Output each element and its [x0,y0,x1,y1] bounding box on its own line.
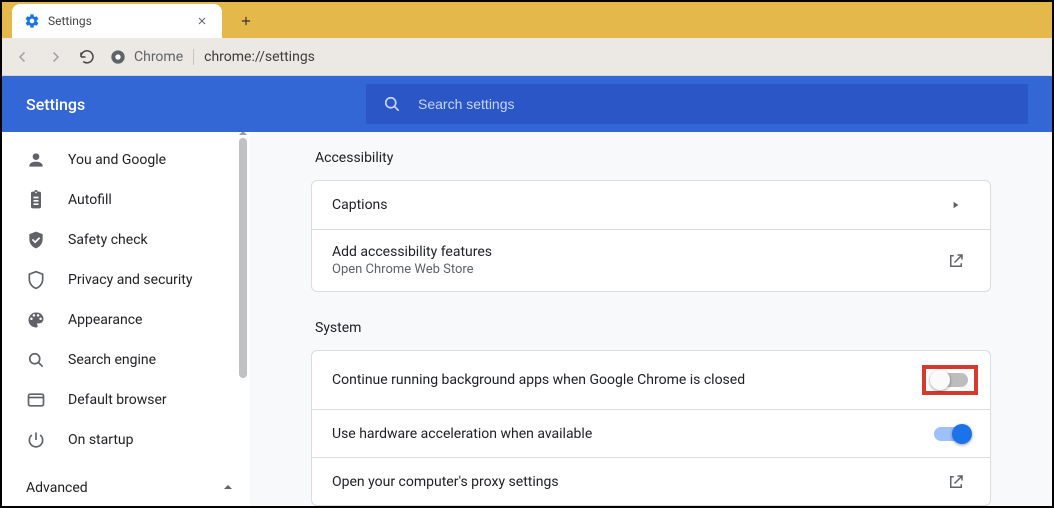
row-label: Captions [332,197,942,213]
sidebar-item-safety-check[interactable]: Safety check [2,220,249,260]
sidebar-item-label: Appearance [68,312,142,328]
power-icon [26,430,46,450]
sidebar-item-on-startup[interactable]: On startup [2,420,249,460]
open-external-icon [942,252,970,270]
browser-tab[interactable]: Settings [12,4,222,38]
sidebar-item-appearance[interactable]: Appearance [2,300,249,340]
forward-button[interactable] [46,48,64,66]
sidebar-item-label: You and Google [68,152,166,168]
sidebar-item-label: On startup [68,432,134,448]
clipboard-icon [26,190,46,210]
chevron-up-icon [223,480,233,496]
sidebar-item-label: Default browser [68,392,167,408]
sidebar-item-default-browser[interactable]: Default browser [2,380,249,420]
browser-tab-strip: Settings [2,2,1052,38]
sidebar-item-search-engine[interactable]: Search engine [2,340,249,380]
reload-icon [78,48,96,66]
chevron-right-icon [942,200,970,210]
close-tab-button[interactable] [194,13,210,29]
plus-icon [239,14,253,28]
toggle-hardware-acceleration[interactable] [934,427,970,441]
reload-button[interactable] [78,48,96,66]
sidebar-item-you-and-google[interactable]: You and Google [2,140,249,180]
search-icon [26,350,46,370]
settings-main: Accessibility Captions Add accessibility… [250,132,1052,506]
arrow-left-icon [14,48,32,66]
page-title: Settings [26,95,366,114]
shield-icon [26,270,46,290]
back-button[interactable] [14,48,32,66]
row-sublabel: Open Chrome Web Store [332,262,942,277]
site-label: Chrome [134,49,183,65]
section-title-accessibility: Accessibility [311,150,991,166]
sidebar-item-label: Safety check [68,232,148,248]
row-label: Use hardware acceleration when available [332,426,934,442]
highlight-annotation [922,365,978,395]
sidebar-item-label: Search engine [68,352,156,368]
omnibox[interactable]: Chrome chrome://settings [110,49,315,65]
open-external-icon [942,473,970,491]
sidebar-item-label: Privacy and security [68,272,192,288]
address-bar: Chrome chrome://settings [2,38,1052,76]
settings-search[interactable] [366,84,1028,124]
arrow-right-icon [46,48,64,66]
tab-title: Settings [48,14,194,28]
sidebar-item-label: Autofill [68,192,112,208]
search-icon [382,94,402,114]
sidebar-advanced-toggle[interactable]: Advanced [2,468,249,506]
person-icon [26,150,46,170]
page-header: Settings [2,76,1052,132]
search-input[interactable] [416,95,1012,113]
scrollbar-thumb[interactable] [239,138,247,378]
palette-icon [26,310,46,330]
system-card: Continue running background apps when Go… [311,350,991,506]
shield-check-icon [26,230,46,250]
row-add-accessibility-features[interactable]: Add accessibility features Open Chrome W… [312,229,990,291]
gear-icon [24,13,40,29]
toggle-background-apps[interactable] [932,373,968,387]
row-proxy-settings[interactable]: Open your computer's proxy settings [312,457,990,505]
sidebar-item-privacy[interactable]: Privacy and security [2,260,249,300]
sidebar-item-autofill[interactable]: Autofill [2,180,249,220]
advanced-label: Advanced [26,480,88,496]
close-icon [196,15,208,27]
section-title-system: System [311,320,991,336]
row-captions[interactable]: Captions [312,181,990,229]
url-text: chrome://settings [204,49,315,65]
browser-icon [26,390,46,410]
settings-sidebar: You and Google Autofill Safety check Pri… [2,132,250,506]
row-background-apps: Continue running background apps when Go… [312,351,990,409]
separator [193,49,194,65]
row-hardware-acceleration: Use hardware acceleration when available [312,409,990,457]
row-label: Add accessibility features [332,244,942,260]
row-label: Continue running background apps when Go… [332,372,922,388]
new-tab-button[interactable] [232,7,260,35]
row-label: Open your computer's proxy settings [332,474,942,490]
accessibility-card: Captions Add accessibility features Open… [311,180,991,292]
chrome-icon [110,49,126,65]
